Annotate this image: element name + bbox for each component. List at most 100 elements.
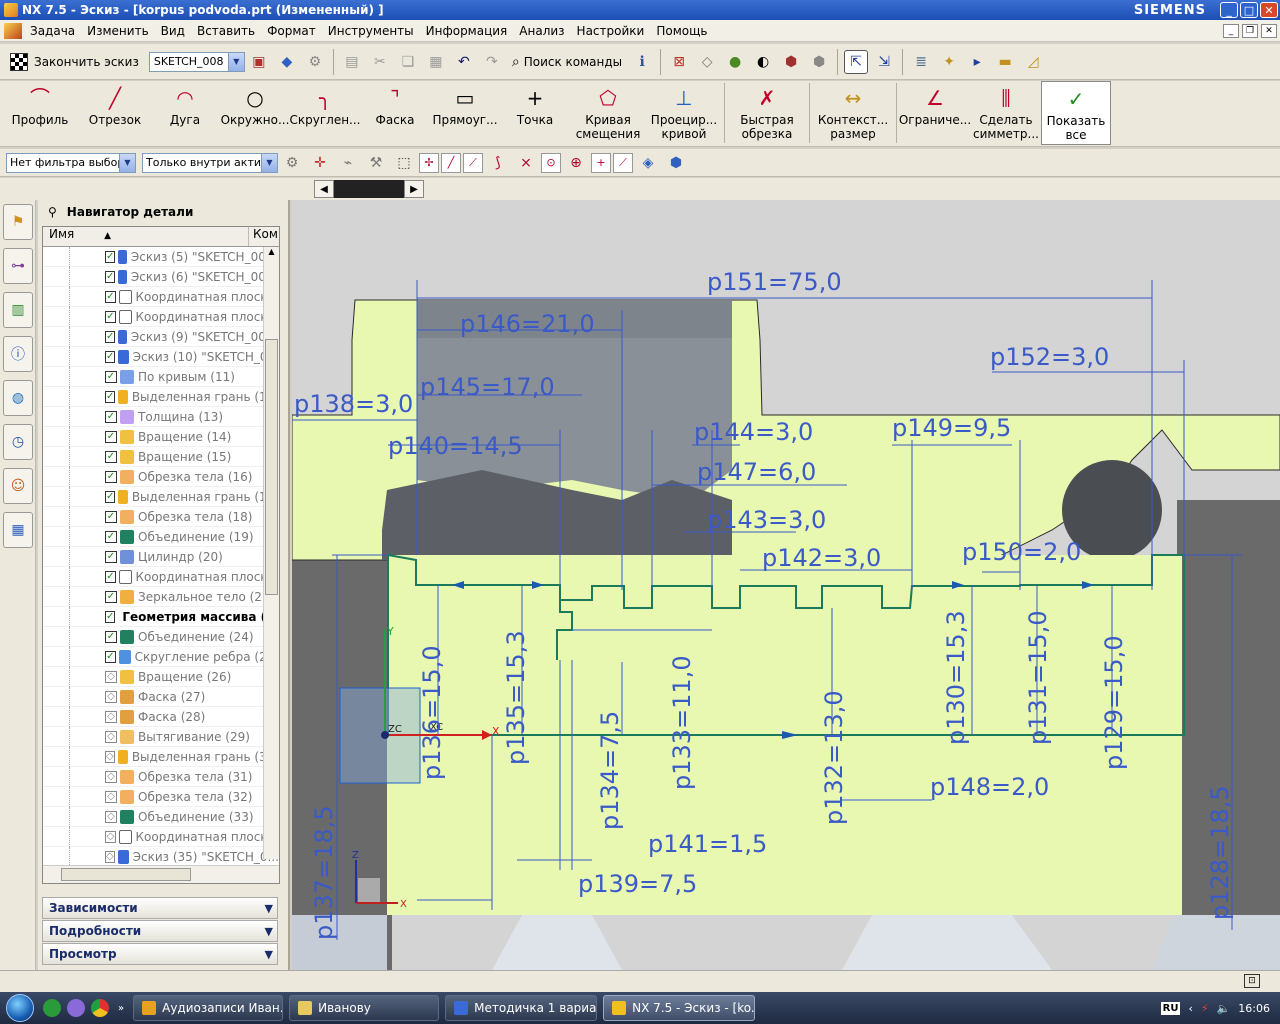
snap-point-on-curve-icon[interactable]: + — [591, 152, 611, 173]
measure-angle-icon[interactable]: ◿ — [1021, 50, 1045, 74]
close-button[interactable]: ✕ — [1260, 2, 1278, 18]
roles-icon[interactable]: ☺ — [3, 468, 33, 504]
system-materials-icon[interactable]: ▦ — [3, 512, 33, 548]
selection-intent-icon[interactable]: ✦ — [937, 50, 961, 74]
dim-p128[interactable]: p128=18,5 — [1206, 785, 1234, 920]
sketch-name-select[interactable]: SKETCH_008 ▼ — [148, 51, 245, 72]
tree-row[interactable]: ✓ Координатная плоск... — [43, 566, 279, 587]
menu-information[interactable]: Информация — [420, 24, 514, 38]
snap-point-icon[interactable]: ▸ — [965, 50, 989, 74]
visibility-checkbox[interactable]: ✓ — [105, 370, 117, 383]
rectangle-button[interactable]: ▭ Прямоуг... — [430, 81, 500, 145]
visibility-checkbox[interactable]: ✓ — [105, 310, 116, 323]
quick-launch-icon[interactable] — [67, 999, 85, 1017]
doc-restore-button[interactable]: ❐ — [1242, 23, 1258, 38]
dim-p144[interactable]: p144=3,0 — [694, 418, 813, 446]
visibility-checkbox[interactable]: ◇ — [105, 710, 117, 723]
tree-row[interactable]: ✓ Цилиндр (20) — [43, 546, 279, 567]
visibility-checkbox[interactable]: ◇ — [105, 810, 117, 823]
tree-row[interactable]: ✓ Скругление ребра (25) — [43, 646, 279, 667]
visibility-checkbox[interactable]: ✓ — [105, 290, 116, 303]
visibility-checkbox[interactable]: ✓ — [105, 410, 117, 423]
menu-task[interactable]: Задача — [24, 24, 81, 38]
chevron-down-icon[interactable]: ▼ — [265, 902, 273, 915]
dim-p135[interactable]: p135=15,3 — [502, 630, 530, 765]
part-navigator-icon[interactable]: ⊶ — [3, 248, 33, 284]
tree-row[interactable]: ◇ Выделенная грань (30) — [43, 746, 279, 767]
fit-view-icon[interactable]: ⊠ — [667, 50, 691, 74]
box-select-icon[interactable]: ⬚ — [392, 151, 416, 175]
snap-center-icon[interactable]: ⊙ — [541, 152, 561, 173]
snap-intent-icon[interactable]: ✛ — [308, 151, 332, 175]
menu-preferences[interactable]: Настройки — [571, 24, 651, 38]
visibility-checkbox[interactable]: ◇ — [105, 690, 117, 703]
tree-row[interactable]: ✓ Зеркальное тело (22) — [43, 586, 279, 607]
task-chrome[interactable]: Аудиозаписи Иван... — [133, 995, 284, 1021]
selection-scope-select[interactable]: Только внутри актив ▼ — [142, 152, 278, 173]
show-more-icon[interactable]: » — [118, 1003, 124, 1014]
dim-p152[interactable]: p152=3,0 — [990, 343, 1109, 371]
history-icon[interactable]: ◷ — [3, 424, 33, 460]
dim-p149[interactable]: p149=9,5 — [892, 414, 1011, 442]
visibility-checkbox[interactable]: ✓ — [105, 570, 116, 583]
point-button[interactable]: + Точка — [500, 81, 570, 145]
visibility-checkbox[interactable]: ✓ — [105, 610, 116, 623]
minimize-button[interactable]: _ — [1220, 2, 1238, 18]
horizontal-scroll-thumb[interactable] — [61, 868, 191, 881]
chevron-down-icon[interactable]: ▼ — [227, 52, 244, 71]
document-icon[interactable] — [4, 22, 22, 39]
visibility-checkbox[interactable]: ✓ — [105, 510, 117, 523]
tree-row[interactable]: ✓ Координатная плоск... — [43, 286, 279, 307]
dim-p151[interactable]: p151=75,0 — [707, 268, 842, 296]
snap-arc-icon[interactable]: ⟆ — [486, 151, 510, 175]
visibility-checkbox[interactable]: ✓ — [105, 250, 116, 263]
save-icon[interactable]: ▤ — [340, 50, 364, 74]
tree-row[interactable]: ✓ Геометрия массива (... — [43, 606, 279, 627]
utorrent-icon[interactable] — [43, 999, 61, 1017]
command-finder-button[interactable]: ⌕ Поиск команды — [506, 54, 628, 70]
visibility-checkbox[interactable]: ✓ — [105, 550, 117, 563]
profile-button[interactable]: ⌒ Профиль — [0, 81, 80, 145]
graphics-window[interactable]: Y X ZC XC Z X p151=75,0 p146=21,0 p152=3… — [292, 200, 1280, 970]
visibility-checkbox[interactable]: ✓ — [105, 490, 116, 503]
tree-row[interactable]: ✓ Обрезка тела (18) — [43, 506, 279, 527]
wireframe-icon[interactable]: ⬢ — [779, 50, 803, 74]
dependencies-panel[interactable]: Зависимости ▼ — [42, 897, 278, 919]
fillet-button[interactable]: ╮ Скруглен... — [290, 81, 361, 145]
preview-panel[interactable]: Просмотр ▼ — [42, 943, 278, 965]
task-word[interactable]: Методичка 1 вариа... — [445, 995, 598, 1021]
snap-face-icon[interactable]: ◈ — [636, 151, 660, 175]
offset-curve-button[interactable]: ⬠ Кривая смещения — [570, 81, 646, 145]
chevron-down-icon[interactable]: ▼ — [265, 925, 273, 938]
tree-row[interactable]: ✓ Вращение (15) — [43, 446, 279, 467]
visibility-checkbox[interactable]: ◇ — [105, 850, 115, 863]
dim-p145[interactable]: p145=17,0 — [420, 373, 555, 401]
hd3d-tools-icon[interactable]: ⓘ — [3, 336, 33, 372]
tree-row[interactable]: ◇ Координатная плоск... — [43, 826, 279, 847]
quick-trim-button[interactable]: ✗ Быстрая обрезка — [727, 81, 807, 145]
body-display-icon[interactable]: ⬢ — [807, 50, 831, 74]
dim-p146[interactable]: p146=21,0 — [460, 310, 595, 338]
comment-column-header[interactable]: Ком — [249, 227, 278, 246]
dim-p143[interactable]: p143=3,0 — [707, 506, 826, 534]
assembly-navigator-icon[interactable]: ⚑ — [3, 204, 33, 240]
make-symmetric-button[interactable]: ⫼ Сделать симметр... — [971, 81, 1041, 145]
tree-row[interactable]: ✓ Эскиз (6) "SKETCH_003" — [43, 266, 279, 287]
visibility-checkbox[interactable]: ◇ — [105, 750, 115, 763]
tree-row[interactable]: ◇ Объединение (33) — [43, 806, 279, 827]
snap-midpoint-icon[interactable]: ⟋ — [463, 152, 483, 173]
tree-row[interactable]: ✓ Объединение (24) — [43, 626, 279, 647]
tree-row[interactable]: ✓ Вращение (14) — [43, 426, 279, 447]
dim-p136[interactable]: p136=15,0 — [418, 645, 446, 780]
dim-p142[interactable]: p142=3,0 — [762, 544, 881, 572]
dim-p139[interactable]: p139=7,5 — [578, 870, 697, 898]
start-button[interactable] — [0, 992, 40, 1024]
scroll-up-icon[interactable]: ▲ — [264, 247, 279, 261]
visibility-checkbox[interactable]: ◇ — [105, 730, 117, 743]
line-button[interactable]: ╱ Отрезок — [80, 81, 150, 145]
tree-row[interactable]: ◇ Вытягивание (29) — [43, 726, 279, 747]
chevron-down-icon[interactable]: ▼ — [119, 153, 135, 172]
dim-p130[interactable]: p130=15,3 — [942, 610, 970, 745]
tree-row[interactable]: ◇ Вращение (26) — [43, 666, 279, 687]
finish-sketch-button[interactable]: Закончить эскиз — [0, 52, 145, 71]
